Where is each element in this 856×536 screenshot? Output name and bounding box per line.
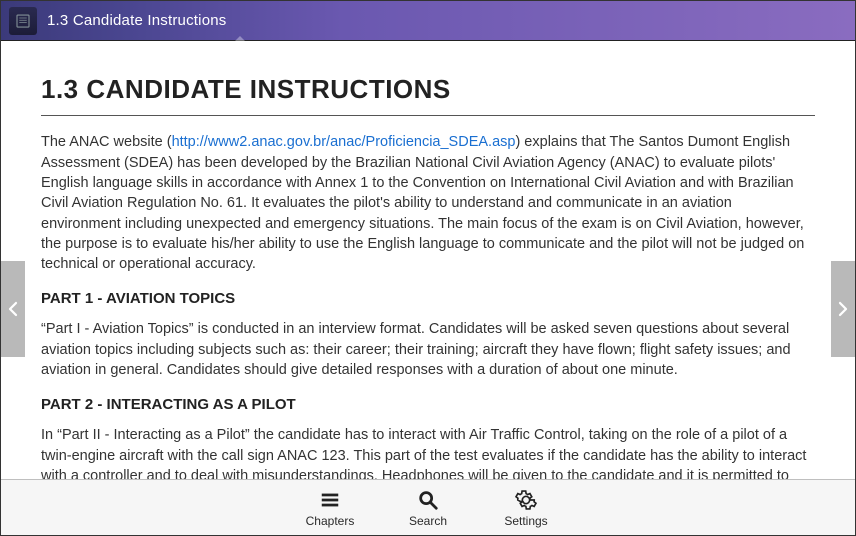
chapters-label: Chapters xyxy=(306,514,355,528)
part2-heading: PART 2 - INTERACTING AS A PILOT xyxy=(41,394,815,415)
part1-heading: PART 1 - AVIATION TOPICS xyxy=(41,288,815,309)
part2-body-1: In “Part II - Interacting as a Pilot” th… xyxy=(41,425,815,479)
search-button[interactable]: Search xyxy=(403,488,453,528)
bottom-toolbar: Chapters Search Settings xyxy=(1,479,855,535)
anac-link[interactable]: http://www2.anac.gov.br/anac/Proficienci… xyxy=(172,134,516,150)
search-label: Search xyxy=(409,514,447,528)
search-icon xyxy=(417,488,439,512)
intro-post: ) explains that The Santos Dumont Englis… xyxy=(41,134,804,272)
document-heading: 1.3 CANDIDATE INSTRUCTIONS xyxy=(41,71,815,107)
page-title[interactable]: 1.3 Candidate Instructions xyxy=(47,12,226,29)
intro-paragraph: The ANAC website (http://www2.anac.gov.b… xyxy=(41,132,815,274)
chapters-button[interactable]: Chapters xyxy=(305,488,355,528)
gear-icon xyxy=(515,488,537,512)
intro-pre: The ANAC website ( xyxy=(41,134,172,150)
document-body: 1.3 CANDIDATE INSTRUCTIONS The ANAC webs… xyxy=(1,41,855,479)
menu-icon xyxy=(319,488,341,512)
settings-label: Settings xyxy=(504,514,547,528)
settings-button[interactable]: Settings xyxy=(501,488,551,528)
part1-body: “Part I - Aviation Topics” is conducted … xyxy=(41,319,815,380)
heading-rule xyxy=(41,115,815,116)
book-icon[interactable] xyxy=(9,7,37,35)
app-header: 1.3 Candidate Instructions xyxy=(1,1,855,41)
